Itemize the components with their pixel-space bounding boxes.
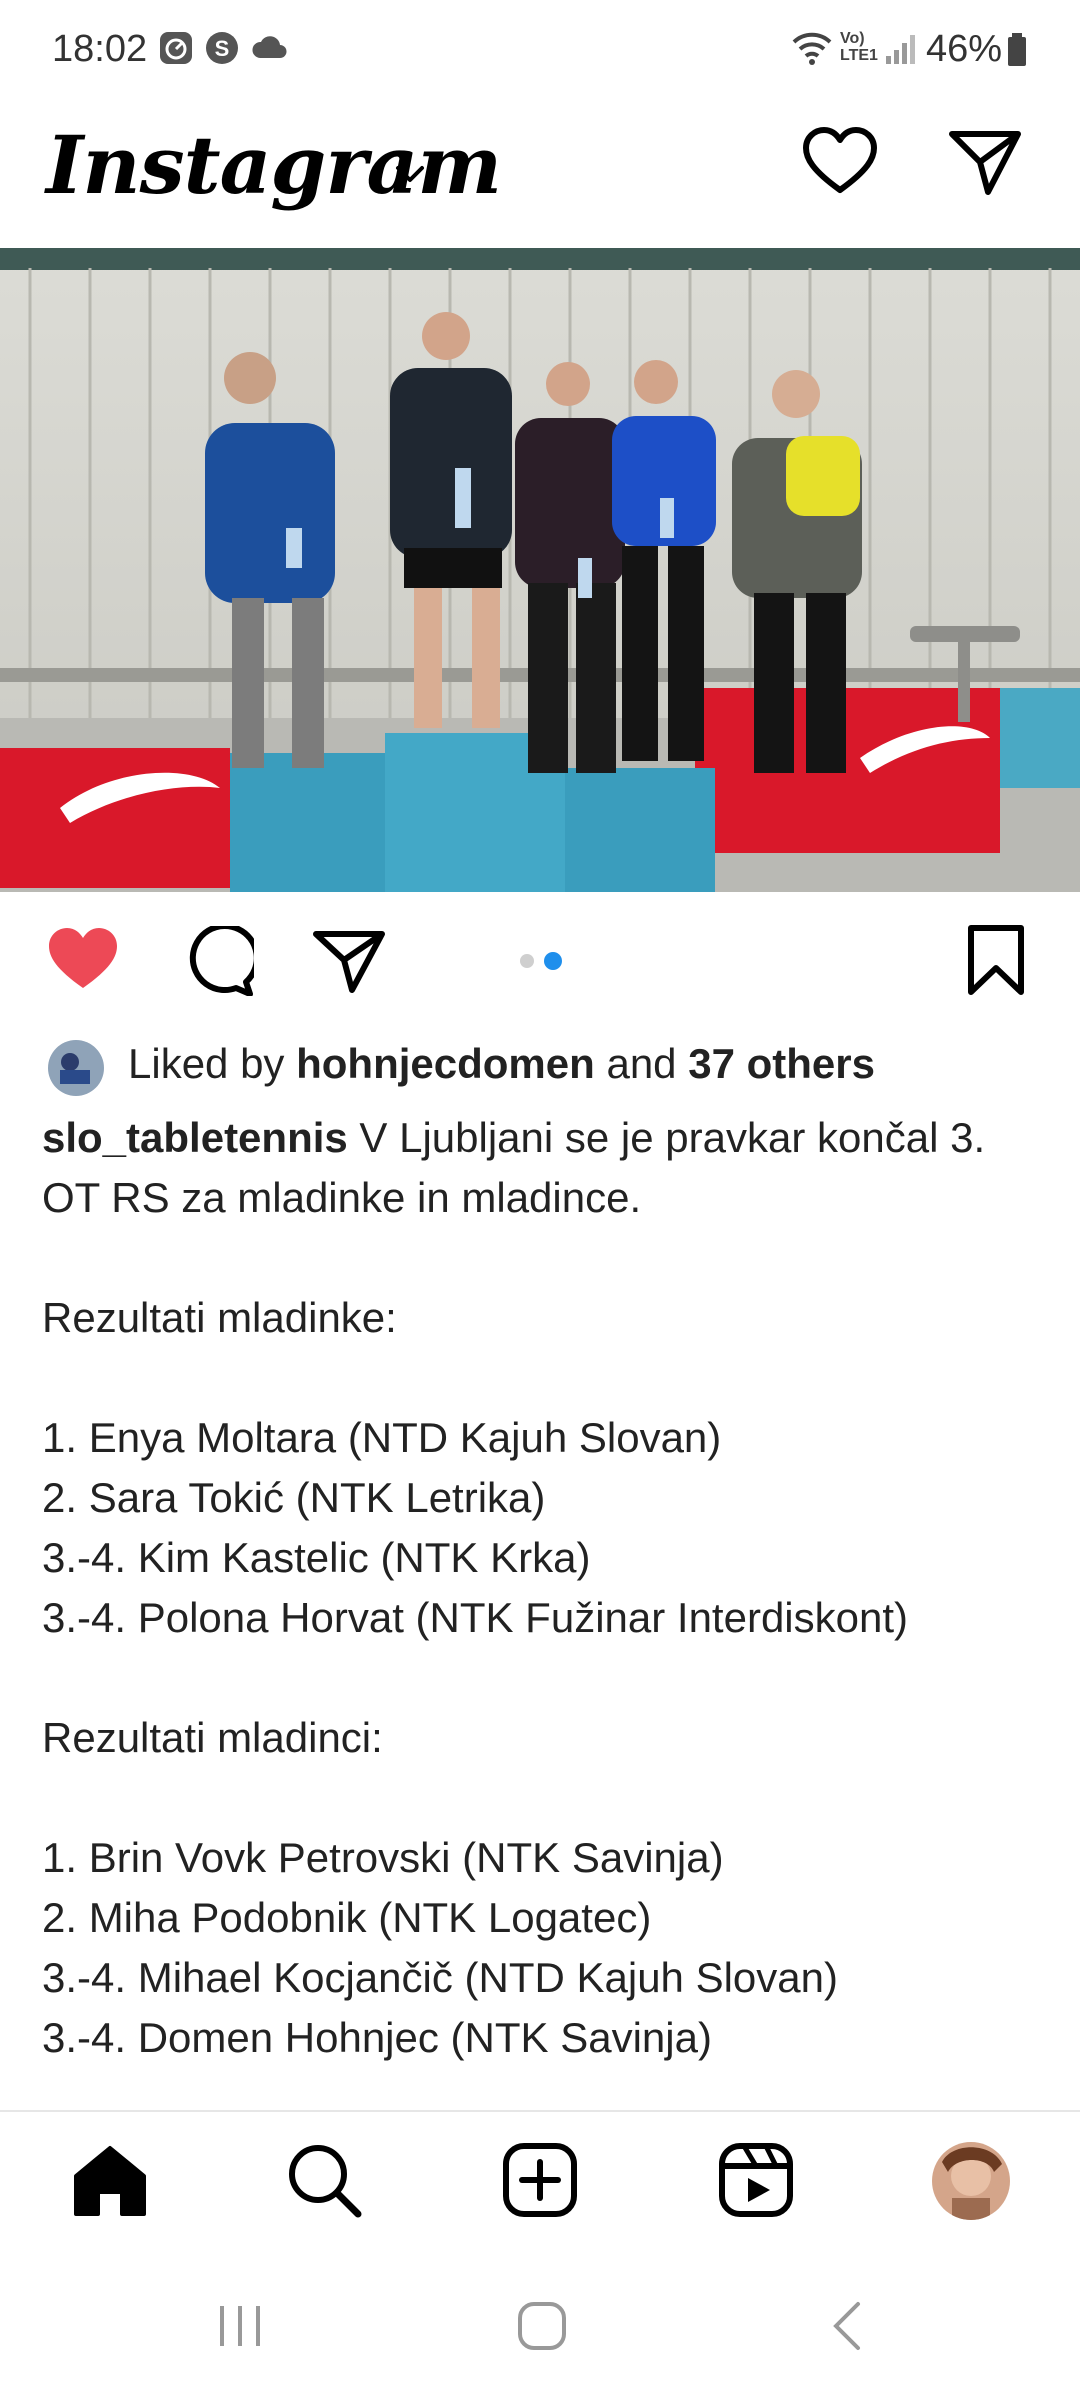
likes-others[interactable]: 37 others bbox=[688, 1040, 875, 1087]
status-time: 18:02 bbox=[52, 28, 148, 70]
share-icon[interactable] bbox=[312, 928, 386, 994]
signal-icon bbox=[886, 35, 915, 64]
svg-text:S: S bbox=[215, 36, 230, 61]
bookmark-icon[interactable] bbox=[966, 924, 1026, 996]
carousel-dot-1 bbox=[520, 954, 534, 968]
battery-level: 46% bbox=[926, 28, 1003, 70]
recents-icon[interactable] bbox=[210, 2296, 270, 2356]
likes-prefix: Liked by bbox=[128, 1040, 297, 1087]
back-icon[interactable] bbox=[818, 2296, 878, 2356]
post-caption: slo_tabletennis V Ljubljani se je pravka… bbox=[42, 1108, 1052, 2068]
like-icon[interactable] bbox=[46, 926, 120, 992]
battery-icon bbox=[1008, 33, 1026, 66]
s-app-icon: S bbox=[206, 32, 238, 64]
likes-summary[interactable]: Liked by hohnjecdomen and 37 others bbox=[128, 1040, 875, 1088]
heart-icon[interactable] bbox=[802, 126, 878, 196]
carousel-dot-2-active bbox=[544, 952, 562, 970]
status-bar: 18:02 S Vo) LTE1 46% bbox=[0, 0, 1080, 100]
likes-middle: and bbox=[594, 1040, 689, 1087]
liker-avatar[interactable] bbox=[48, 1040, 104, 1096]
podium-photo bbox=[0, 248, 1080, 892]
chevron-down-icon[interactable] bbox=[392, 160, 428, 188]
instagram-logo[interactable]: Instagram bbox=[46, 118, 502, 212]
caption-text: V Ljubljani se je pravkar končal 3. OT R… bbox=[42, 1114, 986, 2061]
avatar-image bbox=[48, 1040, 104, 1096]
network-label: Vo) LTE1 bbox=[840, 30, 878, 64]
bottom-nav-divider bbox=[0, 2110, 1080, 2112]
search-icon[interactable] bbox=[284, 2140, 364, 2220]
home-icon[interactable] bbox=[70, 2140, 150, 2220]
comment-icon[interactable] bbox=[180, 926, 254, 996]
profile-photo bbox=[932, 2142, 1010, 2220]
home-circle-icon[interactable] bbox=[512, 2296, 572, 2356]
send-icon[interactable] bbox=[948, 128, 1022, 196]
reels-icon[interactable] bbox=[716, 2140, 796, 2220]
speed-icon bbox=[160, 32, 192, 64]
cloud-icon bbox=[252, 36, 287, 58]
liker-username[interactable]: hohnjecdomen bbox=[296, 1040, 595, 1087]
post-image[interactable] bbox=[0, 248, 1080, 892]
wifi-icon bbox=[792, 32, 832, 65]
create-icon[interactable] bbox=[500, 2140, 580, 2220]
profile-avatar[interactable] bbox=[932, 2142, 1010, 2220]
caption-username[interactable]: slo_tabletennis bbox=[42, 1114, 348, 1161]
